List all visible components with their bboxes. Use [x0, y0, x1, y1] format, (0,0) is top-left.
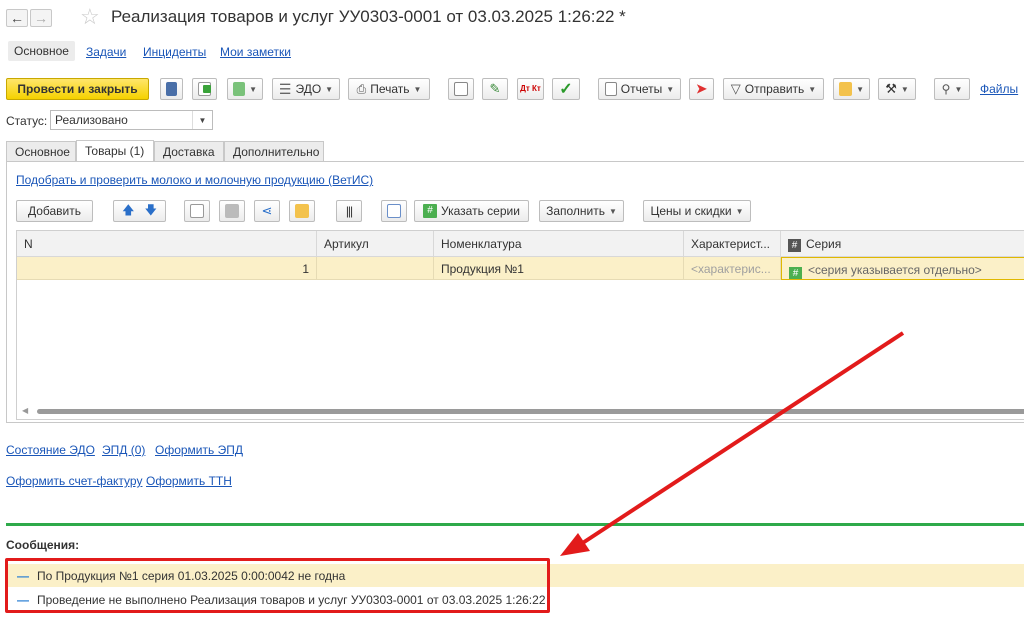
annotation-arrow-head-icon — [560, 533, 590, 556]
annotation-arrow-layer — [560, 331, 905, 556]
annotation-arrow-line — [573, 331, 905, 550]
